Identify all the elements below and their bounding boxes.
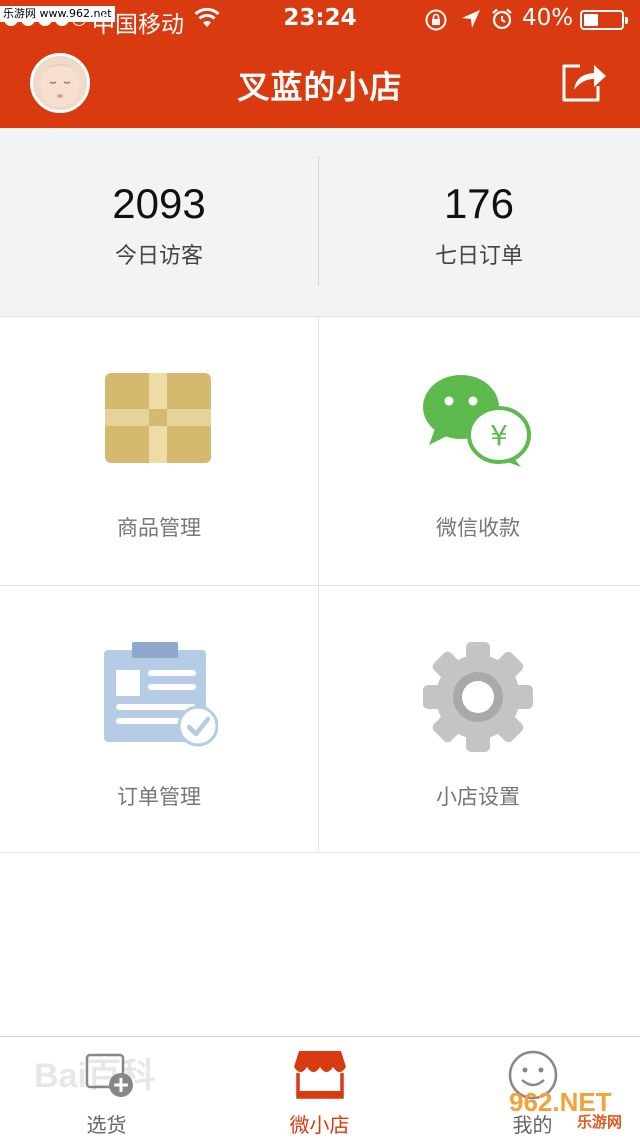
grid-divider-horizontal bbox=[0, 585, 640, 586]
menu-item-label: 订单管理 bbox=[117, 785, 201, 809]
rotation-lock-icon bbox=[424, 8, 448, 38]
order-clipboard-icon bbox=[0, 642, 318, 750]
share-button[interactable] bbox=[558, 58, 610, 106]
stat-orders[interactable]: 176 七日订单 bbox=[320, 180, 638, 270]
tab-micro-shop[interactable]: 微小店 bbox=[213, 1037, 426, 1137]
stats-panel: 2093 今日访客 176 七日订单 bbox=[0, 128, 640, 317]
tab-label: 选货 bbox=[86, 1113, 127, 1137]
package-icon bbox=[0, 373, 318, 465]
stat-visitors[interactable]: 2093 今日访客 bbox=[0, 180, 318, 270]
battery-percent: 40% bbox=[522, 5, 574, 31]
svg-text:¥: ¥ bbox=[490, 419, 508, 452]
tab-label: 微小店 bbox=[289, 1113, 350, 1137]
stats-divider bbox=[318, 156, 319, 286]
menu-item-wechat-pay[interactable]: ¥ 微信收款 bbox=[319, 317, 637, 584]
menu-item-shop-settings[interactable]: 小店设置 bbox=[319, 586, 637, 853]
menu-item-label: 小店设置 bbox=[436, 785, 520, 809]
stat-orders-value: 176 bbox=[443, 180, 515, 227]
baidu-watermark: Bai百科 bbox=[34, 1057, 155, 1095]
stat-visitors-label: 今日访客 bbox=[114, 244, 203, 269]
page-title: 叉蓝的小店 bbox=[237, 68, 403, 106]
site-962-sub-text: 乐游网 bbox=[577, 1113, 622, 1131]
status-bar: 乐游网 www.962.net 中国移动 23:24 40% bbox=[0, 0, 640, 40]
wechat-pay-icon: ¥ bbox=[319, 373, 637, 469]
menu-item-products[interactable]: 商品管理 bbox=[0, 317, 318, 584]
app-header: 乐游网 www.962.net 中国移动 23:24 40% 叉蓝的小店 bbox=[0, 0, 640, 128]
battery-icon bbox=[580, 10, 628, 30]
shop-icon bbox=[213, 1049, 426, 1099]
menu-item-label: 商品管理 bbox=[117, 516, 201, 540]
alarm-icon bbox=[490, 7, 514, 37]
menu-item-label: 微信收款 bbox=[436, 516, 520, 540]
site-962-watermark: 962.NET 乐游网 bbox=[505, 1085, 635, 1131]
location-icon bbox=[460, 8, 482, 36]
stat-orders-label: 七日订单 bbox=[434, 244, 523, 269]
share-icon bbox=[562, 64, 606, 102]
grid-divider-bottom bbox=[0, 852, 640, 853]
stat-visitors-value: 2093 bbox=[112, 180, 206, 227]
gear-icon bbox=[319, 642, 637, 752]
menu-item-orders[interactable]: 订单管理 bbox=[0, 586, 318, 853]
menu-grid: 商品管理 ¥ 微信收款 订单管理 小店设置 bbox=[0, 317, 640, 853]
